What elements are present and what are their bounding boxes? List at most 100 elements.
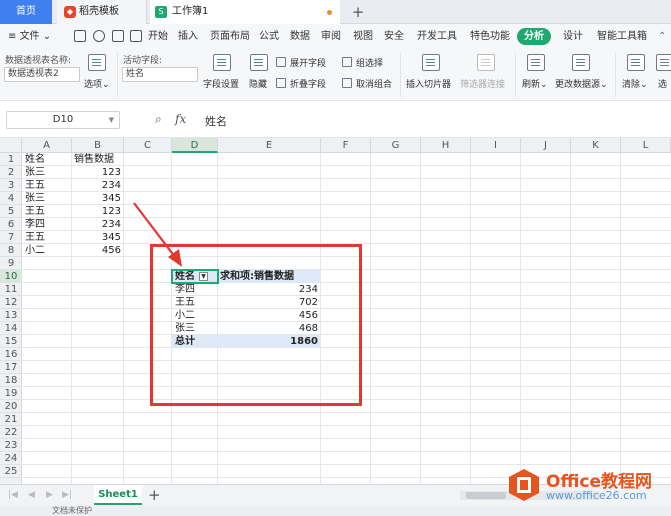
save-icon[interactable]: [74, 30, 86, 42]
first-sheet-icon[interactable]: |◀: [8, 490, 18, 500]
menu-developer[interactable]: 开发工具: [417, 24, 457, 49]
row-header[interactable]: 4: [0, 192, 22, 205]
group-selection-button[interactable]: 组选择: [356, 56, 383, 69]
row-header[interactable]: 12: [0, 296, 22, 309]
column-header-g[interactable]: G: [371, 138, 421, 153]
add-sheet-button[interactable]: +: [148, 486, 161, 504]
menu-design[interactable]: 设计: [563, 24, 583, 49]
source-value-cell[interactable]: 345: [72, 192, 123, 205]
column-header-e[interactable]: E: [218, 138, 321, 153]
row-header[interactable]: 25: [0, 465, 22, 478]
column-header-k[interactable]: K: [571, 138, 621, 153]
row-header[interactable]: 21: [0, 413, 22, 426]
source-name-cell[interactable]: 小二: [25, 244, 71, 257]
source-header-name[interactable]: 姓名: [25, 153, 71, 166]
source-value-cell[interactable]: 456: [72, 244, 123, 257]
row-header[interactable]: 20: [0, 400, 22, 413]
menu-review[interactable]: 审阅: [321, 24, 341, 49]
select-icon[interactable]: [656, 54, 671, 71]
column-header-b[interactable]: B: [72, 138, 124, 153]
hide-button[interactable]: 隐藏: [249, 77, 267, 90]
row-header[interactable]: 9: [0, 257, 22, 270]
row-header[interactable]: 14: [0, 322, 22, 335]
fx-icon[interactable]: fx: [175, 112, 186, 126]
change-source-icon[interactable]: [572, 54, 590, 71]
source-value-cell[interactable]: 345: [72, 231, 123, 244]
row-header[interactable]: 13: [0, 309, 22, 322]
row-header[interactable]: 17: [0, 361, 22, 374]
source-value-cell[interactable]: 234: [72, 179, 123, 192]
row-header[interactable]: 16: [0, 348, 22, 361]
clear-button[interactable]: 清除⌄: [622, 77, 648, 90]
menu-start[interactable]: 开始: [148, 24, 168, 49]
column-header-h[interactable]: H: [421, 138, 471, 153]
source-header-value[interactable]: 销售数据: [74, 153, 123, 166]
name-box[interactable]: D10 ▼: [6, 111, 120, 129]
row-header[interactable]: 1: [0, 153, 22, 166]
menu-smart-toolbox[interactable]: 智能工具箱: [597, 24, 647, 49]
next-sheet-icon[interactable]: ▶: [46, 490, 53, 500]
menu-data[interactable]: 数据: [290, 24, 310, 49]
menu-insert[interactable]: 插入: [178, 24, 198, 49]
source-name-cell[interactable]: 张三: [25, 192, 71, 205]
print-preview-icon[interactable]: [130, 30, 142, 42]
column-header-d[interactable]: D: [172, 138, 218, 153]
menu-security[interactable]: 安全: [384, 24, 404, 49]
menu-view[interactable]: 视图: [353, 24, 373, 49]
collapse-field-button[interactable]: 折叠字段: [290, 77, 326, 90]
hide-icon[interactable]: [250, 54, 268, 71]
column-header-i[interactable]: I: [471, 138, 521, 153]
select-button[interactable]: 选: [658, 77, 667, 90]
cell-area[interactable]: 姓名 销售数据 张三 123 王五 234 张三 345 王五 123 李四 2…: [22, 153, 671, 484]
row-header[interactable]: 23: [0, 439, 22, 452]
column-header-c[interactable]: C: [124, 138, 172, 153]
menu-page-layout[interactable]: 页面布局: [210, 24, 250, 49]
row-header[interactable]: 5: [0, 205, 22, 218]
zoom-search-icon[interactable]: ⌕: [155, 112, 162, 127]
row-header[interactable]: 8: [0, 244, 22, 257]
menu-formulas[interactable]: 公式: [259, 24, 279, 49]
source-name-cell[interactable]: 王五: [25, 179, 71, 192]
column-header-f[interactable]: F: [321, 138, 371, 153]
source-name-cell[interactable]: 张三: [25, 166, 71, 179]
row-header[interactable]: 3: [0, 179, 22, 192]
row-header[interactable]: 22: [0, 426, 22, 439]
tab-workbook[interactable]: S 工作簿1: [150, 0, 340, 24]
menu-special[interactable]: 特色功能: [470, 24, 510, 49]
field-settings-button[interactable]: 字段设置: [203, 77, 239, 90]
menu-analyze[interactable]: 分析: [517, 28, 551, 45]
source-name-cell[interactable]: 李四: [25, 218, 71, 231]
row-header[interactable]: 6: [0, 218, 22, 231]
expand-field-button[interactable]: 展开字段: [290, 56, 326, 69]
active-field-input[interactable]: 姓名: [122, 67, 198, 82]
row-header[interactable]: 19: [0, 387, 22, 400]
source-value-cell[interactable]: 123: [72, 166, 123, 179]
column-header-j[interactable]: J: [521, 138, 571, 153]
sheet-tab-sheet1[interactable]: Sheet1: [94, 485, 142, 505]
scrollbar-thumb[interactable]: [466, 492, 506, 499]
select-all-corner[interactable]: [0, 138, 22, 153]
pivot-name-input[interactable]: 数据透视表2: [4, 67, 80, 82]
ribbon-collapse-icon[interactable]: ⌃: [658, 24, 666, 49]
options-button[interactable]: 选项⌄: [84, 77, 110, 90]
new-tab-button[interactable]: +: [346, 0, 370, 24]
print-icon[interactable]: [112, 30, 124, 42]
column-header-l[interactable]: L: [621, 138, 671, 153]
tab-template[interactable]: ◆ 稻壳模板: [57, 0, 147, 24]
undo-history-icon[interactable]: [93, 30, 105, 42]
refresh-button[interactable]: 刷新⌄: [522, 77, 548, 90]
file-menu[interactable]: ≡ 文件 ⌄: [8, 24, 51, 49]
change-source-button[interactable]: 更改数据源⌄: [555, 77, 608, 90]
insert-slicer-icon[interactable]: [422, 54, 440, 71]
row-header[interactable]: 15: [0, 335, 22, 348]
last-sheet-icon[interactable]: ▶|: [62, 490, 72, 500]
field-settings-icon[interactable]: [213, 54, 231, 71]
row-header[interactable]: 11: [0, 283, 22, 296]
refresh-icon[interactable]: [527, 54, 545, 71]
row-header[interactable]: 7: [0, 231, 22, 244]
clear-icon[interactable]: [627, 54, 645, 71]
row-header[interactable]: 18: [0, 374, 22, 387]
column-header-a[interactable]: A: [22, 138, 72, 153]
row-header[interactable]: 24: [0, 452, 22, 465]
source-name-cell[interactable]: 王五: [25, 205, 71, 218]
